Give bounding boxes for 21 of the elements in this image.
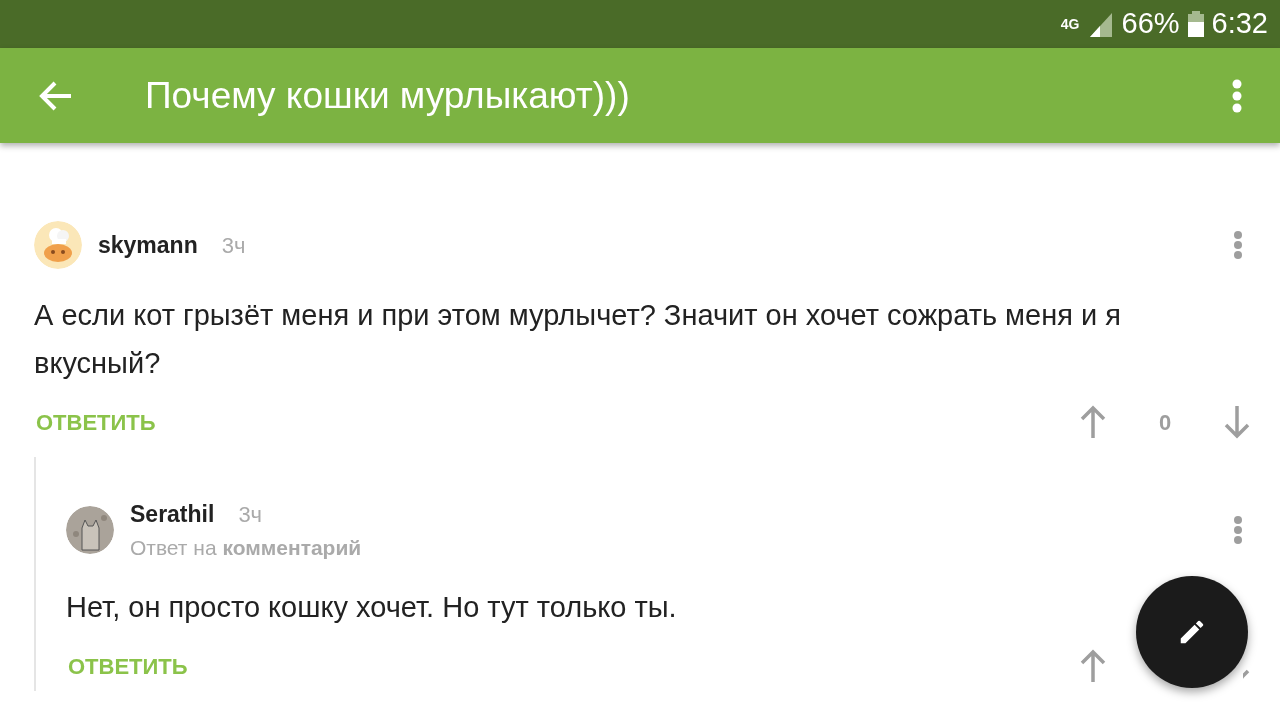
comment-text: А если кот грызёт меня и при этом мурлычет? Значит он хочет сожрать меня и я вкусный?	[34, 298, 1122, 381]
battery-percent: 66%	[1121, 6, 1180, 42]
battery-icon	[1187, 11, 1204, 37]
network-type: 4G	[1060, 17, 1080, 31]
back-icon[interactable]	[39, 80, 73, 111]
comment-time: 3ч	[238, 501, 263, 529]
author-name[interactable]: skymann	[98, 227, 198, 263]
more-icon[interactable]	[1233, 515, 1243, 545]
upvote-icon[interactable]	[1079, 649, 1107, 683]
more-icon[interactable]	[1233, 230, 1243, 260]
reply-to-text: Ответ на комментарий	[130, 534, 362, 561]
author-name[interactable]: Serathil	[130, 497, 215, 532]
comment-time: 3ч	[221, 231, 246, 260]
vote-score: 0	[1158, 408, 1172, 437]
upvote-icon[interactable]	[1079, 405, 1107, 439]
clock-time: 6:32	[1211, 6, 1268, 42]
compose-button[interactable]	[1136, 576, 1248, 688]
page-title: Почему кошки мурлыкают)))	[145, 73, 630, 118]
comment-text: Нет, он просто кошку хочет. Но тут только ты.	[66, 590, 678, 625]
signal-icon	[1087, 11, 1114, 37]
more-icon[interactable]	[1232, 78, 1242, 113]
